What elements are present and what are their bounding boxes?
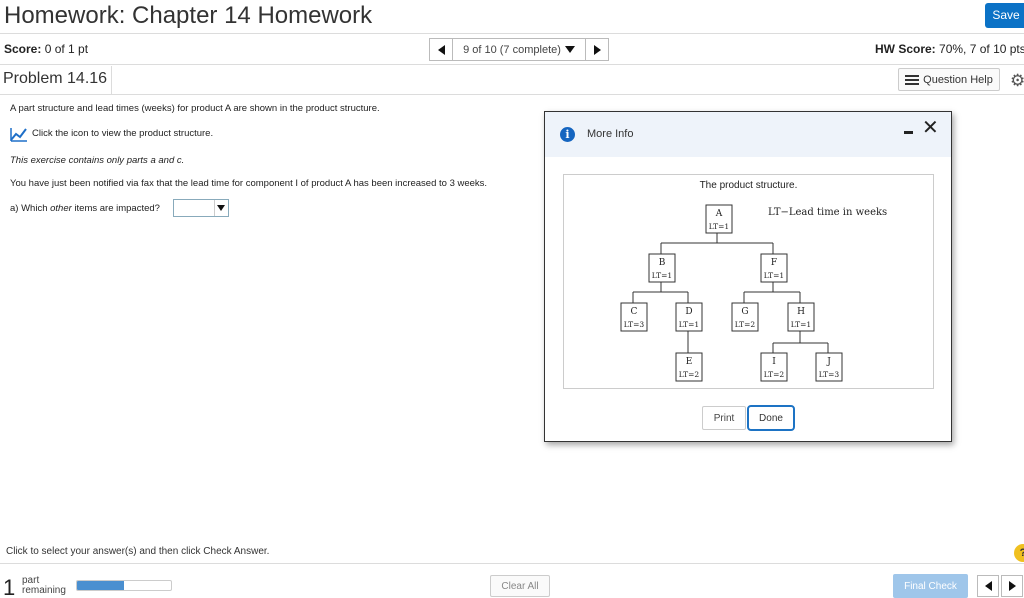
arrow-left-icon	[984, 581, 992, 591]
part-a-suffix: items are impacted?	[71, 203, 160, 214]
chevron-down-icon	[564, 46, 575, 53]
view-structure-text: Click the icon to view the product struc…	[32, 128, 214, 139]
node-a: A LT=1	[705, 204, 733, 234]
node-f: F LT=1	[760, 253, 788, 283]
hw-score-value: 70%, 7 of 10 pts	[939, 42, 1024, 56]
parts-note: This exercise contains only parts a and …	[10, 155, 185, 166]
node-b: B LT=1	[648, 253, 676, 283]
part-a-emphasis: other	[50, 203, 72, 214]
question-navigator: 9 of 10 (7 complete)	[429, 38, 609, 61]
question-select[interactable]: 9 of 10 (7 complete)	[453, 38, 585, 61]
node-d: D LT=1	[675, 302, 703, 332]
node-lead-time: LT=1	[709, 222, 729, 231]
notification-text: You have just been notified via fax that…	[10, 178, 488, 189]
clear-all-button[interactable]: Clear All	[490, 575, 550, 597]
arrow-left-icon	[437, 44, 445, 55]
dialog-header: i More Info ✕	[545, 112, 951, 157]
node-h: H LT=1	[787, 302, 815, 332]
minimize-button[interactable]	[903, 123, 915, 135]
question-help-button[interactable]: Question Help	[898, 68, 1000, 91]
close-icon[interactable]: ✕	[922, 118, 939, 138]
footer-divider	[0, 563, 1024, 564]
node-name: J	[826, 357, 831, 367]
problem-bar: Problem 14.16 Question Help ⚙	[0, 65, 1024, 95]
arrow-right-icon	[593, 44, 601, 55]
node-lead-time: LT=3	[819, 370, 840, 379]
hw-score-label: HW Score:	[875, 42, 936, 56]
score-bar: Score: 0 of 1 pt 9 of 10 (7 complete) HW…	[0, 34, 1024, 65]
node-g: G LT=2	[731, 302, 759, 332]
remaining-label: remaining	[22, 585, 66, 596]
parts-progress-bar	[76, 580, 172, 591]
help-icon[interactable]: ?	[1014, 544, 1024, 562]
gear-icon[interactable]: ⚙	[1010, 71, 1024, 91]
product-structure-tree: LT−Lead time in weeks A LT=1 B LT=1 F LT=1 C LT…	[620, 204, 887, 382]
node-name: E	[686, 357, 693, 367]
dialog-title: More Info	[587, 128, 634, 140]
score-value: 0 of 1 pt	[44, 42, 89, 56]
previous-question-button[interactable]	[429, 38, 453, 61]
node-name: D	[685, 307, 692, 317]
node-name: I	[772, 357, 776, 367]
question-intro: A part structure and lead times (weeks) …	[10, 103, 380, 114]
product-structure: The product structure. LT−Lead time in w…	[563, 174, 934, 389]
more-info-dialog: i More Info ✕ The product structure. LT−…	[544, 111, 952, 442]
previous-part-button[interactable]	[977, 575, 999, 597]
node-lead-time: LT=1	[652, 271, 672, 280]
node-j: J LT=3	[815, 352, 843, 382]
impacted-items-dropdown[interactable]	[173, 199, 229, 217]
progress-fill	[77, 581, 124, 590]
tree-connectors	[632, 233, 829, 353]
node-c: C LT=3	[620, 302, 648, 332]
lead-time-legend: LT−Lead time in weeks	[768, 207, 887, 218]
minimize-icon	[904, 131, 913, 134]
problem-title: Problem 14.16	[0, 66, 113, 94]
part-a-question: a) Which other items are impacted?	[10, 203, 160, 214]
part-a-prefix: a) Which	[10, 203, 51, 214]
next-part-button[interactable]	[1001, 575, 1023, 597]
score: Score: 0 of 1 pt	[4, 42, 88, 56]
title-bar: Homework: Chapter 14 Homework Save	[0, 0, 1024, 34]
node-lead-time: LT=2	[735, 320, 756, 329]
node-lead-time: LT=2	[679, 370, 700, 379]
done-button[interactable]: Done	[747, 405, 795, 431]
question-help-label: Question Help	[923, 73, 993, 86]
node-i: I LT=2	[760, 352, 788, 382]
list-icon	[905, 74, 920, 85]
chevron-down-icon	[217, 205, 225, 211]
parts-remaining-count: 1	[3, 575, 16, 598]
node-name: B	[659, 258, 666, 268]
node-lead-time: LT=1	[764, 271, 784, 280]
footer-instruction: Click to select your answer(s) and then …	[6, 546, 270, 557]
node-lead-time: LT=1	[679, 320, 699, 329]
next-question-button[interactable]	[585, 38, 609, 61]
line-chart-icon[interactable]	[10, 126, 28, 142]
node-name: C	[631, 307, 638, 317]
score-label: Score:	[4, 42, 42, 56]
node-lead-time: LT=3	[624, 320, 645, 329]
node-name: F	[771, 258, 777, 268]
node-name: G	[741, 307, 748, 317]
node-name: A	[715, 209, 723, 219]
dropdown-separator	[214, 200, 215, 216]
node-name: H	[797, 307, 805, 317]
node-lead-time: LT=2	[764, 370, 785, 379]
final-check-button[interactable]: Final Check	[893, 574, 968, 598]
node-e: E LT=2	[675, 352, 703, 382]
arrow-right-icon	[1008, 581, 1016, 591]
question-select-label: 9 of 10 (7 complete)	[463, 43, 561, 56]
node-lead-time: LT=1	[791, 320, 811, 329]
info-icon: i	[560, 127, 575, 142]
hw-score: HW Score: 70%, 7 of 10 pts	[875, 42, 1024, 56]
print-button[interactable]: Print	[702, 406, 746, 430]
save-button[interactable]: Save	[985, 3, 1024, 28]
page-title: Homework: Chapter 14 Homework	[4, 2, 373, 29]
